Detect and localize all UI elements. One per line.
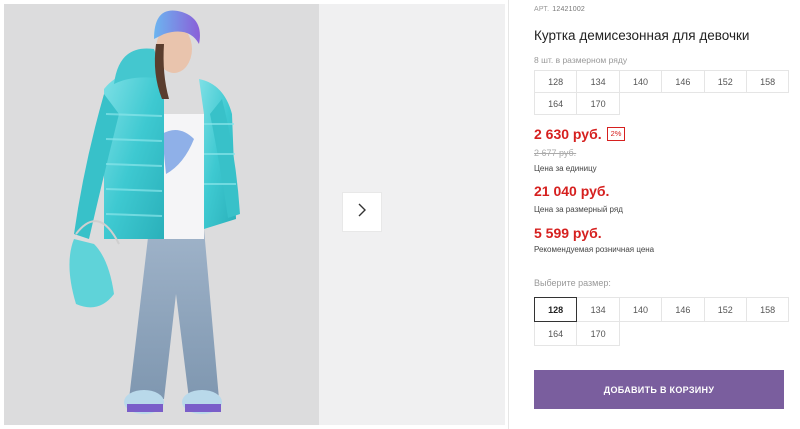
size-set-item: 128 <box>534 70 578 93</box>
size-option[interactable]: 146 <box>661 297 705 322</box>
unit-price-row: 2 630 руб. 2% <box>534 126 626 142</box>
old-price: 2 677 руб. <box>534 148 577 158</box>
size-set-item: 158 <box>745 70 790 93</box>
choose-size-caption: Выберите размер: <box>534 278 611 288</box>
size-set-box: 8 шт. в размерном ряду 128 134 140 146 1… <box>534 55 790 115</box>
next-image-button[interactable] <box>343 193 381 231</box>
chevron-right-icon <box>355 203 369 222</box>
product-title: Куртка демисезонная для девочки <box>534 28 750 43</box>
size-set-item: 170 <box>576 92 620 115</box>
unit-price-label: Цена за единицу <box>534 164 597 173</box>
set-price-label: Цена за размерный ряд <box>534 205 623 214</box>
size-picker: 128 134 140 146 152 158 164 170 <box>534 297 790 346</box>
product-photo[interactable] <box>4 4 319 425</box>
recommended-price-label: Рекомендуемая розничная цена <box>534 245 655 254</box>
size-set-item: 140 <box>618 70 663 93</box>
add-to-cart-button[interactable]: ДОБАВИТЬ В КОРЗИНУ <box>534 370 784 409</box>
size-option[interactable]: 152 <box>703 297 747 322</box>
article-number: АРТ. 12421002 <box>534 6 585 13</box>
size-set-item: 146 <box>661 70 705 93</box>
size-option[interactable]: 170 <box>576 321 620 346</box>
article-label: АРТ. <box>534 6 550 13</box>
size-option[interactable]: 164 <box>534 321 578 346</box>
product-photo-illustration <box>4 4 319 425</box>
size-set-item: 164 <box>534 92 578 115</box>
unit-price: 2 630 руб. <box>534 126 602 142</box>
size-option[interactable]: 134 <box>576 297 620 322</box>
column-divider <box>508 0 509 429</box>
set-price: 21 040 руб. <box>534 183 610 199</box>
size-set-grid: 128 134 140 146 152 158 164 170 <box>534 70 790 115</box>
product-gallery <box>0 0 508 429</box>
size-option-selected[interactable]: 128 <box>534 297 578 322</box>
size-option[interactable]: 158 <box>745 297 790 322</box>
recommended-price: 5 599 руб. <box>534 225 602 241</box>
size-set-caption: 8 шт. в размерном ряду <box>534 55 628 65</box>
size-set-item: 134 <box>576 70 620 93</box>
size-set-item: 152 <box>703 70 747 93</box>
size-option[interactable]: 140 <box>618 297 663 322</box>
article-value: 12421002 <box>552 6 586 13</box>
discount-badge: 2% <box>606 127 626 141</box>
